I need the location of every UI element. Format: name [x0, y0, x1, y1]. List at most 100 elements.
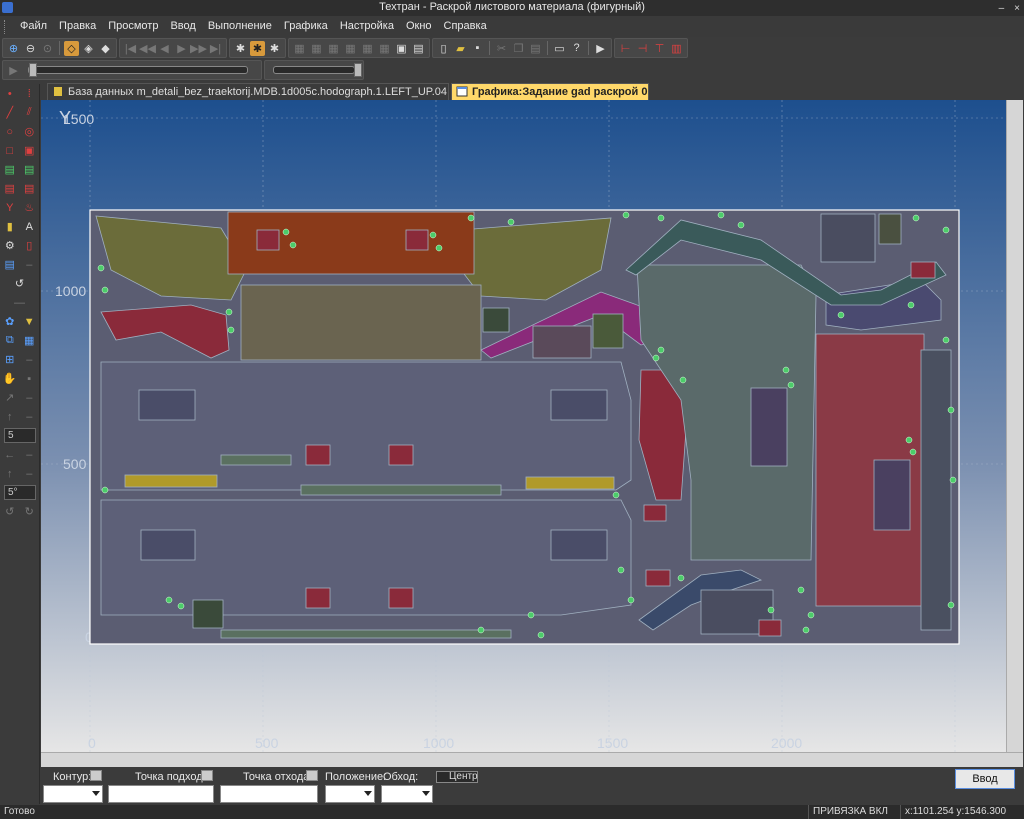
vertical-scrollbar[interactable]: [1006, 100, 1023, 752]
flame-icon[interactable]: ♨: [22, 200, 37, 215]
position-select[interactable]: [325, 785, 375, 803]
arrow-ne-icon[interactable]: ↗: [2, 390, 17, 405]
prev-icon[interactable]: ◀◀: [139, 41, 156, 56]
graphics-canvas[interactable]: Y 1500 1000 500 0 0 500 1000 1500 2000: [41, 100, 1006, 752]
nesting-drawing[interactable]: Y 1500 1000 500 0 0 500 1000 1500 2000: [41, 100, 1006, 752]
help-icon[interactable]: ?: [569, 41, 584, 56]
table2-icon[interactable]: ▤: [22, 181, 37, 196]
parts-icon[interactable]: ⚙: [2, 238, 17, 253]
toolbar-grip[interactable]: [4, 19, 8, 34]
arrow-left-icon[interactable]: ←: [2, 447, 17, 462]
horizontal-scrollbar[interactable]: [41, 752, 1023, 767]
point-icon[interactable]: •: [2, 86, 17, 101]
cad5-icon[interactable]: ▦: [360, 41, 375, 56]
dim2-icon[interactable]: ⊣: [635, 41, 650, 56]
cad7-icon[interactable]: ▣: [394, 41, 409, 56]
cad8-icon[interactable]: ▤: [411, 41, 426, 56]
rotate-ccw-icon[interactable]: ↺: [2, 504, 17, 519]
tab-database[interactable]: База данных m_detali_bez_traektorij.MDB.…: [47, 83, 449, 100]
menu-edit[interactable]: Правка: [53, 16, 102, 37]
zoom-fit-icon[interactable]: ⊙: [40, 41, 55, 56]
mode2-icon[interactable]: ✱: [250, 40, 265, 56]
forward-icon[interactable]: ▶: [174, 41, 189, 56]
funnel-icon[interactable]: ▼: [22, 314, 37, 329]
close-button[interactable]: ×: [1014, 1, 1020, 16]
arrow-up2-icon[interactable]: ↑: [2, 466, 17, 481]
arrange-icon[interactable]: ⊞: [2, 352, 17, 367]
copy-icon[interactable]: ❐: [511, 41, 526, 56]
rect-filled-icon[interactable]: ▣: [22, 143, 37, 158]
line-icon[interactable]: ╱: [2, 105, 17, 120]
first-icon[interactable]: |◀: [123, 41, 138, 56]
doc-icon[interactable]: ▤: [2, 257, 17, 272]
cad1-icon[interactable]: ▦: [292, 41, 307, 56]
cad6-icon[interactable]: ▦: [377, 41, 392, 56]
undo-loop-icon[interactable]: ↺: [12, 276, 27, 291]
cad4-icon[interactable]: ▦: [343, 41, 358, 56]
cad3-icon[interactable]: ▦: [326, 41, 341, 56]
front-view-icon[interactable]: ◈: [81, 41, 96, 56]
enter-button[interactable]: Ввод: [955, 769, 1015, 789]
arrow-up-icon[interactable]: ↑: [2, 409, 17, 424]
contour1-icon[interactable]: ▤: [2, 162, 17, 177]
side-view-icon[interactable]: ◆: [98, 41, 113, 56]
paste-icon[interactable]: ▤: [528, 41, 543, 56]
run-icon[interactable]: ▶: [593, 41, 608, 56]
new-file-icon[interactable]: ▯: [436, 41, 451, 56]
play-icon[interactable]: ▶: [6, 63, 21, 78]
menu-file[interactable]: Файл: [14, 16, 53, 37]
cutter-icon[interactable]: Y: [2, 200, 17, 215]
dim4-icon[interactable]: ▥: [669, 41, 684, 56]
dim1-icon[interactable]: ⊢: [618, 41, 633, 56]
retract-field[interactable]: [220, 785, 318, 803]
hand-icon[interactable]: ✋: [2, 371, 17, 386]
dim3-icon[interactable]: ⊤: [652, 41, 667, 56]
approach-pick-button[interactable]: [201, 770, 213, 781]
mode3-icon[interactable]: ✱: [267, 41, 282, 56]
part2-icon[interactable]: ▯: [22, 238, 37, 253]
layers-icon[interactable]: ⧉: [2, 333, 17, 348]
contour2-icon[interactable]: ▤: [22, 162, 37, 177]
print-icon[interactable]: ▭: [552, 41, 567, 56]
tab-graphics[interactable]: Графика:Задание gad раскрой 006×: [451, 83, 649, 100]
bypass-select[interactable]: [381, 785, 433, 803]
menu-help[interactable]: Справка: [438, 16, 493, 37]
approach-field[interactable]: [108, 785, 214, 803]
menu-view[interactable]: Просмотр: [102, 16, 164, 37]
angle-spin[interactable]: 5°: [4, 485, 36, 500]
step-spin[interactable]: 5: [4, 428, 36, 443]
contour-select[interactable]: [43, 785, 103, 803]
cad2-icon[interactable]: ▦: [309, 41, 324, 56]
rect-icon[interactable]: □: [2, 143, 17, 158]
scale-slider[interactable]: [273, 63, 362, 77]
minimize-button[interactable]: –: [999, 1, 1005, 16]
text-icon[interactable]: A: [22, 219, 37, 234]
center-checkbox[interactable]: Центр: [436, 771, 478, 783]
open-folder-icon[interactable]: ▰: [453, 41, 468, 56]
menu-input[interactable]: Ввод: [164, 16, 201, 37]
menu-window[interactable]: Окно: [400, 16, 438, 37]
zoom-out-icon[interactable]: ⊖: [23, 41, 38, 56]
flag-icon[interactable]: ▪: [22, 371, 37, 386]
zoom-in-icon[interactable]: ⊕: [6, 41, 21, 56]
cut-icon[interactable]: ✂: [494, 41, 509, 56]
menu-run[interactable]: Выполнение: [202, 16, 278, 37]
circle-center-icon[interactable]: ◎: [22, 124, 37, 139]
next-icon[interactable]: ▶▶: [190, 41, 207, 56]
save-icon[interactable]: ▪: [470, 41, 485, 56]
retract-pick-button[interactable]: [306, 770, 318, 781]
circle-icon[interactable]: ○: [2, 124, 17, 139]
contour-pick-button[interactable]: [90, 770, 102, 781]
points-grid-icon[interactable]: ⁞: [22, 86, 37, 101]
battery-icon[interactable]: ▮: [2, 219, 17, 234]
back-icon[interactable]: ◀: [157, 41, 172, 56]
menu-graphics[interactable]: Графика: [278, 16, 334, 37]
parallel-lines-icon[interactable]: ⫽: [22, 105, 37, 120]
nest-icon[interactable]: ✿: [2, 314, 17, 329]
iso-view-icon[interactable]: ◇: [64, 40, 79, 56]
grid-icon[interactable]: ▦: [22, 333, 37, 348]
menu-settings[interactable]: Настройка: [334, 16, 400, 37]
mode1-icon[interactable]: ✱: [233, 41, 248, 56]
speed-slider[interactable]: [28, 63, 248, 77]
rotate-cw-icon[interactable]: ↻: [22, 504, 37, 519]
